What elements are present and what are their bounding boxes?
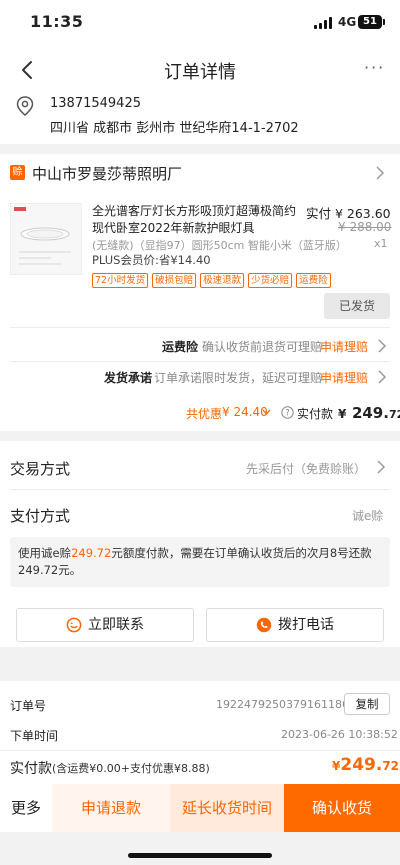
home-indicator: [128, 853, 272, 858]
paid-label: 实付款: [297, 407, 334, 421]
claim-link[interactable]: 申请理赔: [320, 338, 368, 355]
claim-link[interactable]: 申请理赔: [320, 369, 368, 386]
order-time-label: 下单时间: [10, 729, 59, 743]
payment-note: 使用诚e赊249.72元额度付款，需要在订单确认收货后的次月8号还款 249.7…: [10, 537, 390, 587]
payment-method-label: 支付方式: [10, 507, 71, 525]
copy-button[interactable]: 复制: [344, 693, 390, 715]
battery-icon: 51: [358, 15, 385, 29]
divider: [10, 327, 390, 328]
paid-dec: 72: [388, 408, 400, 421]
svc-label: 发货承诺: [104, 371, 153, 385]
signal-icon: [314, 17, 334, 29]
address-line: 四川省 成都市 彭州市 世纪华府14-1-2702: [50, 121, 299, 136]
trade-mode-label: 交易方式: [10, 460, 71, 478]
freight-insurance-row[interactable]: 运费险 确认收货前退货可理赔 申请理赔: [0, 335, 400, 359]
note-text: 元额度付款，需要在订单确认收货后的次月8号还款: [111, 546, 372, 560]
divider: [10, 489, 390, 490]
trade-mode-row[interactable]: 交易方式 先采后付（免费赊账）: [0, 448, 400, 488]
more-button[interactable]: 更多: [0, 784, 52, 832]
service-tag: 极速退款: [200, 273, 245, 288]
service-tag: 破损包赔: [152, 273, 197, 288]
ceiling-lamp-image: [14, 207, 71, 265]
plus-member-price: PLUS会员价:省¥14.40: [92, 253, 211, 267]
status-time: 11:35: [30, 12, 84, 31]
confirm-receipt-button[interactable]: 确认收货: [284, 784, 400, 832]
shipping-promise-row[interactable]: 发货承诺 订单承诺限时发货，延迟可理赔 申请理赔: [0, 366, 400, 390]
order-time-value: 2023-06-26 10:38:52: [281, 728, 398, 741]
order-no-label: 订单号: [10, 699, 47, 713]
note-amount: 249.72: [71, 546, 112, 560]
paid-total: ¥ 249.72: [338, 403, 400, 422]
phone-icon: [256, 617, 272, 633]
product-thumbnail[interactable]: [10, 203, 82, 275]
trade-mode-value: 先采后付（免费赊账）: [246, 462, 367, 476]
paybar-detail: (含运费¥0.00+支付优惠¥8.88): [52, 762, 210, 775]
chevron-right-icon: [377, 460, 386, 474]
bottom-action-bar: 更多 申请退款 延长收货时间 确认收货: [0, 784, 400, 832]
paybar-label: 实付款: [10, 761, 52, 777]
service-tag: 运费险: [296, 273, 331, 288]
service-tag: 72小时发货: [92, 273, 149, 288]
service-tag: 少货必赔: [248, 273, 293, 288]
chat-icon: [66, 617, 82, 633]
page-title: 订单详情: [164, 62, 236, 83]
paybar-int: 249.: [340, 755, 383, 775]
call-label: 拨打电话: [278, 617, 334, 633]
svc-desc: 订单承诺限时发货，延迟可理赔: [154, 371, 323, 385]
shipped-status-button[interactable]: 已发货: [324, 293, 390, 319]
service-tags: 72小时发货 破损包赔 极速退款 少货必赔 运费险: [92, 268, 335, 288]
call-button[interactable]: 拨打电话: [206, 608, 384, 642]
discount-label: 共优惠: [186, 407, 223, 421]
discount-amount: ¥ 24.40: [222, 405, 268, 419]
network-type: 4G: [338, 15, 357, 29]
chevron-right-icon: [378, 339, 387, 353]
svg-text:?: ?: [285, 409, 290, 419]
help-icon[interactable]: ?: [281, 406, 294, 419]
payment-summary-bar: 实付款 (含运费¥0.00+支付优惠¥8.88) ¥249.72: [0, 750, 400, 784]
chevron-right-icon[interactable]: [375, 166, 385, 180]
location-pin-icon: [16, 96, 34, 116]
product-original-price: ¥ 288.00: [338, 220, 392, 234]
paybar-dec: 72: [382, 759, 400, 773]
more-menu-button[interactable]: ···: [364, 58, 385, 77]
refund-button[interactable]: 申请退款: [52, 784, 170, 832]
address-section: 13871549425 四川省 成都市 彭州市 世纪华府14-1-2702: [0, 92, 400, 144]
svc-label: 运费险: [162, 340, 199, 354]
credit-badge: 赊: [10, 165, 25, 180]
contact-seller-label: 立即联系: [88, 617, 144, 633]
paybar-total: ¥249.72: [332, 755, 399, 775]
chevron-right-icon: [378, 370, 387, 384]
store-name[interactable]: 中山市罗曼莎蒂照明厂: [32, 163, 182, 184]
chevron-down-icon[interactable]: [262, 409, 271, 415]
svc-desc: 确认收货前退货可理赔: [202, 340, 323, 354]
paid-symbol: ¥: [338, 407, 347, 421]
payment-method-value: 诚e赊: [352, 509, 384, 523]
note-text: 使用诚e赊: [18, 546, 72, 560]
contact-seller-button[interactable]: 立即联系: [16, 608, 194, 642]
divider: [10, 361, 390, 362]
address-phone: 13871549425: [50, 96, 141, 111]
product-quantity: x1: [374, 237, 388, 250]
paid-int: 249.: [351, 404, 389, 422]
order-no-value: 1922479250379161186: [216, 698, 349, 711]
product-spec: (无缝款)（显指97）圆形50cm 智能小米（蓝牙版）: [92, 239, 347, 252]
product-title[interactable]: 全光谱客厅灯长方形吸顶灯超薄极简约现代卧室2022年新款护眼灯具: [92, 203, 304, 237]
note-text: 249.72元。: [18, 563, 82, 577]
nav-bar: 订单详情 ···: [0, 48, 400, 92]
status-bar: 11:35 4G 51: [0, 0, 400, 48]
extend-receipt-button[interactable]: 延长收货时间: [170, 784, 284, 832]
